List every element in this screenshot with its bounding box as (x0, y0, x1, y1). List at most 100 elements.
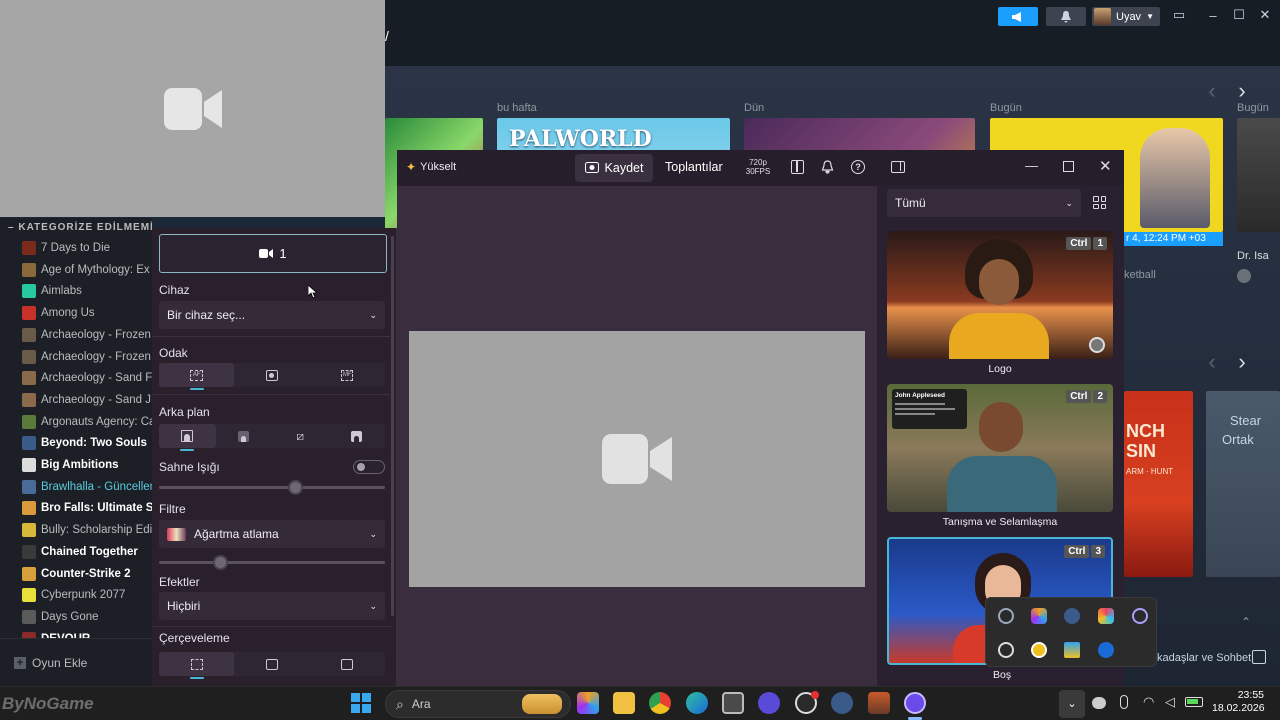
volume-icon[interactable]: ◁ (1165, 694, 1175, 710)
background-replace-option[interactable] (329, 424, 386, 448)
clock[interactable]: 23:55 18.02.2026 (1212, 689, 1265, 715)
user-menu[interactable]: Uyav ▼ (1092, 7, 1160, 26)
app-tray-icon[interactable] (1031, 642, 1047, 658)
chrome-icon[interactable] (649, 692, 671, 714)
game-list-item[interactable]: Brawlhalla - Güncellen (22, 478, 152, 496)
camera-source-button[interactable]: 1 (159, 234, 387, 273)
app-icon[interactable] (758, 692, 780, 714)
big-picture-icon[interactable]: ▭ (1168, 6, 1190, 24)
slider-knob[interactable] (213, 555, 229, 570)
sidebar-toggle-icon[interactable] (891, 161, 905, 173)
game-list-item[interactable]: Cyberpunk 2077 (22, 586, 125, 604)
microphone-icon[interactable] (1120, 695, 1128, 709)
help-icon[interactable]: ? (851, 160, 865, 174)
game-icon[interactable] (868, 692, 890, 714)
game-list-item[interactable]: Bro Falls: Ultimate Sh (22, 499, 152, 517)
copilot-icon[interactable] (1031, 608, 1047, 624)
onedrive-icon[interactable] (1092, 697, 1106, 709)
maximize-icon[interactable] (1063, 161, 1074, 172)
carousel-prev-icon[interactable]: ‹ (1202, 349, 1222, 375)
scene-filter-select[interactable]: Tümü ⌄ (887, 189, 1081, 217)
background-none-option[interactable] (159, 424, 216, 451)
game-list-item[interactable]: Archaeology - Sand F (22, 369, 152, 387)
carousel-next-icon[interactable]: › (1232, 78, 1252, 104)
tray-overflow-button[interactable]: ⌄ (1059, 690, 1085, 718)
face-focus-option[interactable] (234, 363, 309, 387)
manual-focus-option[interactable]: MF (310, 363, 385, 387)
framing-center-option[interactable] (310, 652, 385, 676)
scene-thumbnail-greeting[interactable]: John Appleseed Ctrl 2 (887, 384, 1113, 512)
close-icon[interactable]: ✕ (1099, 157, 1112, 175)
bluetooth-icon[interactable] (1098, 642, 1114, 658)
game-list-item[interactable]: Days Gone (22, 608, 99, 626)
effects-select[interactable]: Hiçbiri ⌄ (159, 592, 385, 620)
app-tray-icon[interactable] (998, 608, 1014, 624)
autofocus-option[interactable]: AF (159, 363, 235, 390)
event-card[interactable] (1237, 118, 1280, 232)
game-list-item[interactable]: Counter-Strike 2 (22, 565, 130, 583)
copilot-icon[interactable] (1098, 608, 1114, 624)
game-list-item[interactable]: Archaeology - Sand J (22, 391, 151, 409)
game-list-item[interactable]: Big Ambitions (22, 456, 119, 474)
game-card[interactable]: NCH SIN ARM · HUNT (1124, 391, 1193, 577)
friends-icon[interactable] (1252, 650, 1266, 664)
game-list-item[interactable]: Archaeology - Frozen (22, 326, 151, 344)
game-list-item[interactable]: Aimlabs (22, 282, 82, 300)
file-explorer-icon[interactable] (613, 692, 635, 714)
edge-icon[interactable] (686, 692, 708, 714)
maximize-icon[interactable]: ☐ (1228, 6, 1250, 24)
scroll-top-icon[interactable]: ⌃ (1236, 615, 1256, 635)
game-list-item[interactable]: Archaeology - Frozen (22, 348, 151, 366)
steam-icon[interactable] (831, 692, 853, 714)
scrollbar[interactable] (391, 236, 394, 616)
carousel-prev-icon[interactable]: ‹ (1202, 78, 1222, 104)
steam-icon[interactable] (1064, 608, 1080, 624)
battery-icon[interactable] (1185, 697, 1203, 707)
friends-chat-label[interactable]: kadaşlar ve Sohbet (1157, 652, 1251, 664)
upgrade-button[interactable]: ✦ Yükselt (406, 160, 456, 174)
announcements-button[interactable] (998, 7, 1038, 26)
slider-knob[interactable] (287, 480, 303, 495)
game-list-item[interactable]: Argonauts Agency: Ca (22, 413, 152, 431)
minimize-icon[interactable]: – (1202, 6, 1224, 24)
scene-thumbnail-logo[interactable]: Ctrl 1 (887, 231, 1113, 359)
layout-icon[interactable] (791, 160, 804, 174)
category-header[interactable]: – KATEGORİZE EDİLMEMİŞ (8, 222, 152, 233)
minimize-icon[interactable]: — (1025, 158, 1038, 173)
taskbar-search[interactable]: ⌕ Ara (385, 690, 571, 718)
device-select[interactable]: Bir cihaz seç... ⌄ (159, 301, 385, 329)
filter-select[interactable]: Ağartma atlama ⌄ (159, 520, 385, 548)
scene-light-slider[interactable] (159, 480, 385, 495)
filter-intensity-slider[interactable] (159, 555, 385, 570)
framing-face-option[interactable] (234, 652, 309, 676)
notifications-button[interactable] (1046, 7, 1086, 26)
game-list-item[interactable]: Bully: Scholarship Edi (22, 521, 152, 539)
background-blur-option[interactable] (216, 424, 273, 448)
add-game-button[interactable]: + Oyun Ekle (0, 638, 152, 686)
game-list-item[interactable]: Beyond: Two Souls (22, 434, 147, 452)
camera-app-icon[interactable] (904, 692, 926, 714)
bell-icon[interactable] (821, 160, 834, 174)
start-icon[interactable] (351, 693, 371, 713)
background-remove-option[interactable]: ⧄ (272, 424, 329, 448)
game-list-item[interactable]: 7 Days to Die (22, 239, 110, 257)
defender-icon[interactable] (1064, 642, 1080, 658)
carousel-next-icon[interactable]: › (1232, 349, 1252, 375)
scene-light-toggle[interactable] (353, 460, 385, 474)
close-icon[interactable]: ✕ (1254, 6, 1276, 24)
game-list-item[interactable]: Age of Mythology: Ex (22, 261, 150, 279)
game-list-item[interactable]: Among Us (22, 304, 95, 322)
framing-auto-option[interactable] (159, 652, 235, 679)
obs-icon[interactable] (998, 642, 1014, 658)
record-button[interactable]: Kaydet (575, 154, 653, 182)
game-list-item[interactable]: Chained Together (22, 543, 138, 561)
copilot-icon[interactable] (577, 692, 599, 714)
grid-view-icon[interactable] (1093, 196, 1106, 209)
store-icon[interactable] (722, 692, 744, 714)
game-list-item[interactable]: DEVOUR (22, 630, 90, 638)
wifi-icon[interactable]: ◠ (1143, 694, 1154, 710)
meetings-button[interactable]: Toplantılar (665, 160, 723, 174)
resolution-badge[interactable]: 720p 30FPS (745, 158, 771, 176)
app-tray-icon[interactable] (1132, 608, 1148, 624)
game-card[interactable]: Stear Ortak (1206, 391, 1280, 577)
